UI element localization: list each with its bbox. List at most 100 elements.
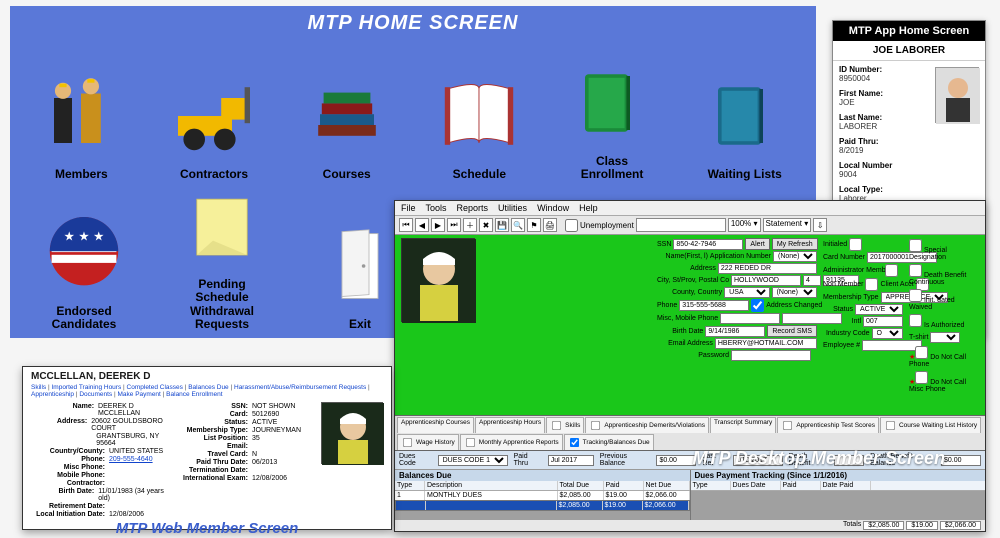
link-balances-due[interactable]: Balances Due [188, 384, 234, 391]
appnum-select[interactable]: (None) [773, 251, 817, 262]
cell[interactable] [426, 501, 557, 510]
nav-next-icon[interactable]: ▶ [431, 218, 445, 232]
tab-monthly-reports[interactable]: Monthly Apprentice Reports [460, 434, 563, 450]
tile-waiting-lists[interactable]: Waiting Lists [683, 41, 806, 181]
cell[interactable]: $2,066.00 [643, 501, 689, 510]
unemployment-toggle[interactable]: Unemployment [565, 219, 634, 232]
addr-changed-checkbox[interactable] [751, 299, 764, 312]
death-bal-input[interactable] [941, 455, 981, 466]
link-documents[interactable]: Documents [79, 391, 117, 398]
cell[interactable] [396, 501, 426, 510]
col[interactable]: Dues Date [731, 481, 781, 490]
record-sms-button[interactable]: Record SMS [767, 325, 817, 337]
col-type[interactable]: Type [395, 481, 425, 490]
search-icon[interactable]: 🔍 [511, 218, 525, 232]
save-icon[interactable]: 💾 [495, 218, 509, 232]
flag-nocall-misc[interactable]: ★ Do Not Call Misc Phone [909, 370, 979, 394]
cell[interactable]: MONTHLY DUES [425, 491, 558, 500]
link-make-payment[interactable]: Make Payment [118, 391, 167, 398]
new-icon[interactable]: ＋ [463, 218, 477, 232]
tile-endorsed-candidates[interactable]: ★ ★ ★ Endorsed Candidates [20, 181, 148, 331]
tab-appr-hours[interactable]: Apprenticeship Hours [475, 417, 545, 433]
nav-prev-icon[interactable]: ◀ [415, 218, 429, 232]
export-icon[interactable]: ⇩ [813, 218, 827, 232]
tab-demerits[interactable]: Apprenticeship Demerits/Violations [585, 417, 709, 433]
col[interactable]: Type [691, 481, 731, 490]
print-icon[interactable]: 🖨 [543, 218, 557, 232]
tshirt-select[interactable] [930, 332, 960, 343]
zoom-select[interactable]: 100% ▾ [728, 218, 761, 232]
tile-class-enrollment[interactable]: Class Enrollment [551, 41, 674, 181]
col-net[interactable]: Net Due [644, 481, 690, 490]
country-select[interactable]: (None) [772, 287, 817, 298]
city-input[interactable] [731, 275, 801, 286]
tab-appr-courses[interactable]: Apprenticeship Courses [397, 417, 474, 433]
email-input[interactable] [715, 338, 817, 349]
tile-courses[interactable]: Courses [285, 41, 408, 181]
menu-reports[interactable]: Reports [457, 203, 489, 213]
state-input[interactable] [803, 275, 821, 286]
intl-input[interactable] [863, 316, 903, 327]
menu-utilities[interactable]: Utilities [498, 203, 527, 213]
link-harassment[interactable]: Harassment/Abuse/Reimbursement Requests [234, 384, 370, 391]
county-select[interactable]: USA [724, 287, 769, 298]
link-skills[interactable]: Skills [31, 384, 51, 391]
tab-skills[interactable]: Skills [546, 417, 584, 433]
status-select[interactable]: ACTIVE [855, 304, 903, 315]
nav-first-icon[interactable]: ⏮ [399, 218, 413, 232]
address-input[interactable] [718, 263, 817, 274]
flag-special[interactable]: Special Designation [909, 238, 979, 262]
col-total[interactable]: Total Due [558, 481, 604, 490]
tab-wage-history[interactable]: Wage History [397, 434, 459, 450]
statement-select[interactable]: Statement ▾ [763, 218, 812, 232]
paid-thru-input[interactable] [548, 455, 594, 466]
tab-tracking[interactable]: Tracking/Balances Due [564, 434, 654, 450]
cell[interactable]: $19.00 [604, 491, 644, 500]
ind-select[interactable]: O [872, 328, 903, 339]
tile-contractors[interactable]: Contractors [153, 41, 276, 181]
password-input[interactable] [731, 350, 811, 361]
tile-schedule[interactable]: Schedule [418, 41, 541, 181]
birth-input[interactable] [705, 326, 765, 337]
cell[interactable]: $2,085.00 [558, 491, 604, 500]
tab-test-scores[interactable]: Apprenticeship Test Scores [777, 417, 879, 433]
tab-transcript[interactable]: Transcript Summary [710, 417, 776, 433]
phone-input[interactable] [679, 300, 749, 311]
link-apprenticeship[interactable]: Apprenticeship [31, 391, 79, 398]
flag-icon[interactable]: ⚑ [527, 218, 541, 232]
tab-waiting-list[interactable]: Course Waiting List History [880, 417, 981, 433]
menu-tools[interactable]: Tools [426, 203, 447, 213]
delete-icon[interactable]: ✖ [479, 218, 493, 232]
nav-last-icon[interactable]: ⏭ [447, 218, 461, 232]
misc-phone-input[interactable] [720, 313, 780, 324]
menu-file[interactable]: File [401, 203, 416, 213]
refresh-button[interactable]: My Refresh [772, 238, 818, 250]
col-paid[interactable]: Paid [604, 481, 644, 490]
initialed-checkbox[interactable] [849, 238, 862, 251]
flag-nocall-phone[interactable]: ★ Do Not Call Phone [909, 345, 979, 369]
menu-window[interactable]: Window [537, 203, 569, 213]
cell[interactable]: $2,066.00 [644, 491, 690, 500]
flag-init-waived[interactable]: Init. dated Waived [909, 288, 979, 312]
dues-code-select[interactable]: DUES CODE 1 [438, 455, 508, 466]
tile-members[interactable]: Members [20, 41, 143, 181]
nonmember-checkbox[interactable] [865, 278, 878, 291]
link-completed-classes[interactable]: Completed Classes [127, 384, 189, 391]
prev-bal-input[interactable] [656, 455, 696, 466]
cell[interactable]: $19.00 [603, 501, 643, 510]
col-desc[interactable]: Description [425, 481, 558, 490]
menu-help[interactable]: Help [579, 203, 598, 213]
alert-button[interactable]: Alert [745, 238, 769, 250]
admin-checkbox[interactable] [885, 264, 898, 277]
cell[interactable]: 1 [395, 491, 425, 500]
col[interactable]: Date Paid [821, 481, 871, 490]
toolbar-search-input[interactable] [636, 218, 726, 232]
flag-authorized[interactable]: Is Authorized [909, 313, 979, 330]
tile-pending-requests[interactable]: Pending Schedule Withdrawal Requests [158, 181, 286, 331]
ssn-input[interactable] [673, 239, 743, 250]
link-imported-hours[interactable]: Imported Training Hours [51, 384, 126, 391]
col[interactable]: Paid [781, 481, 821, 490]
flag-death-cont[interactable]: Death Benefit Continuous [909, 263, 979, 287]
link-balance-enrollment[interactable]: Balance Enrollment [166, 391, 222, 398]
cell[interactable]: $2,085.00 [557, 501, 603, 510]
